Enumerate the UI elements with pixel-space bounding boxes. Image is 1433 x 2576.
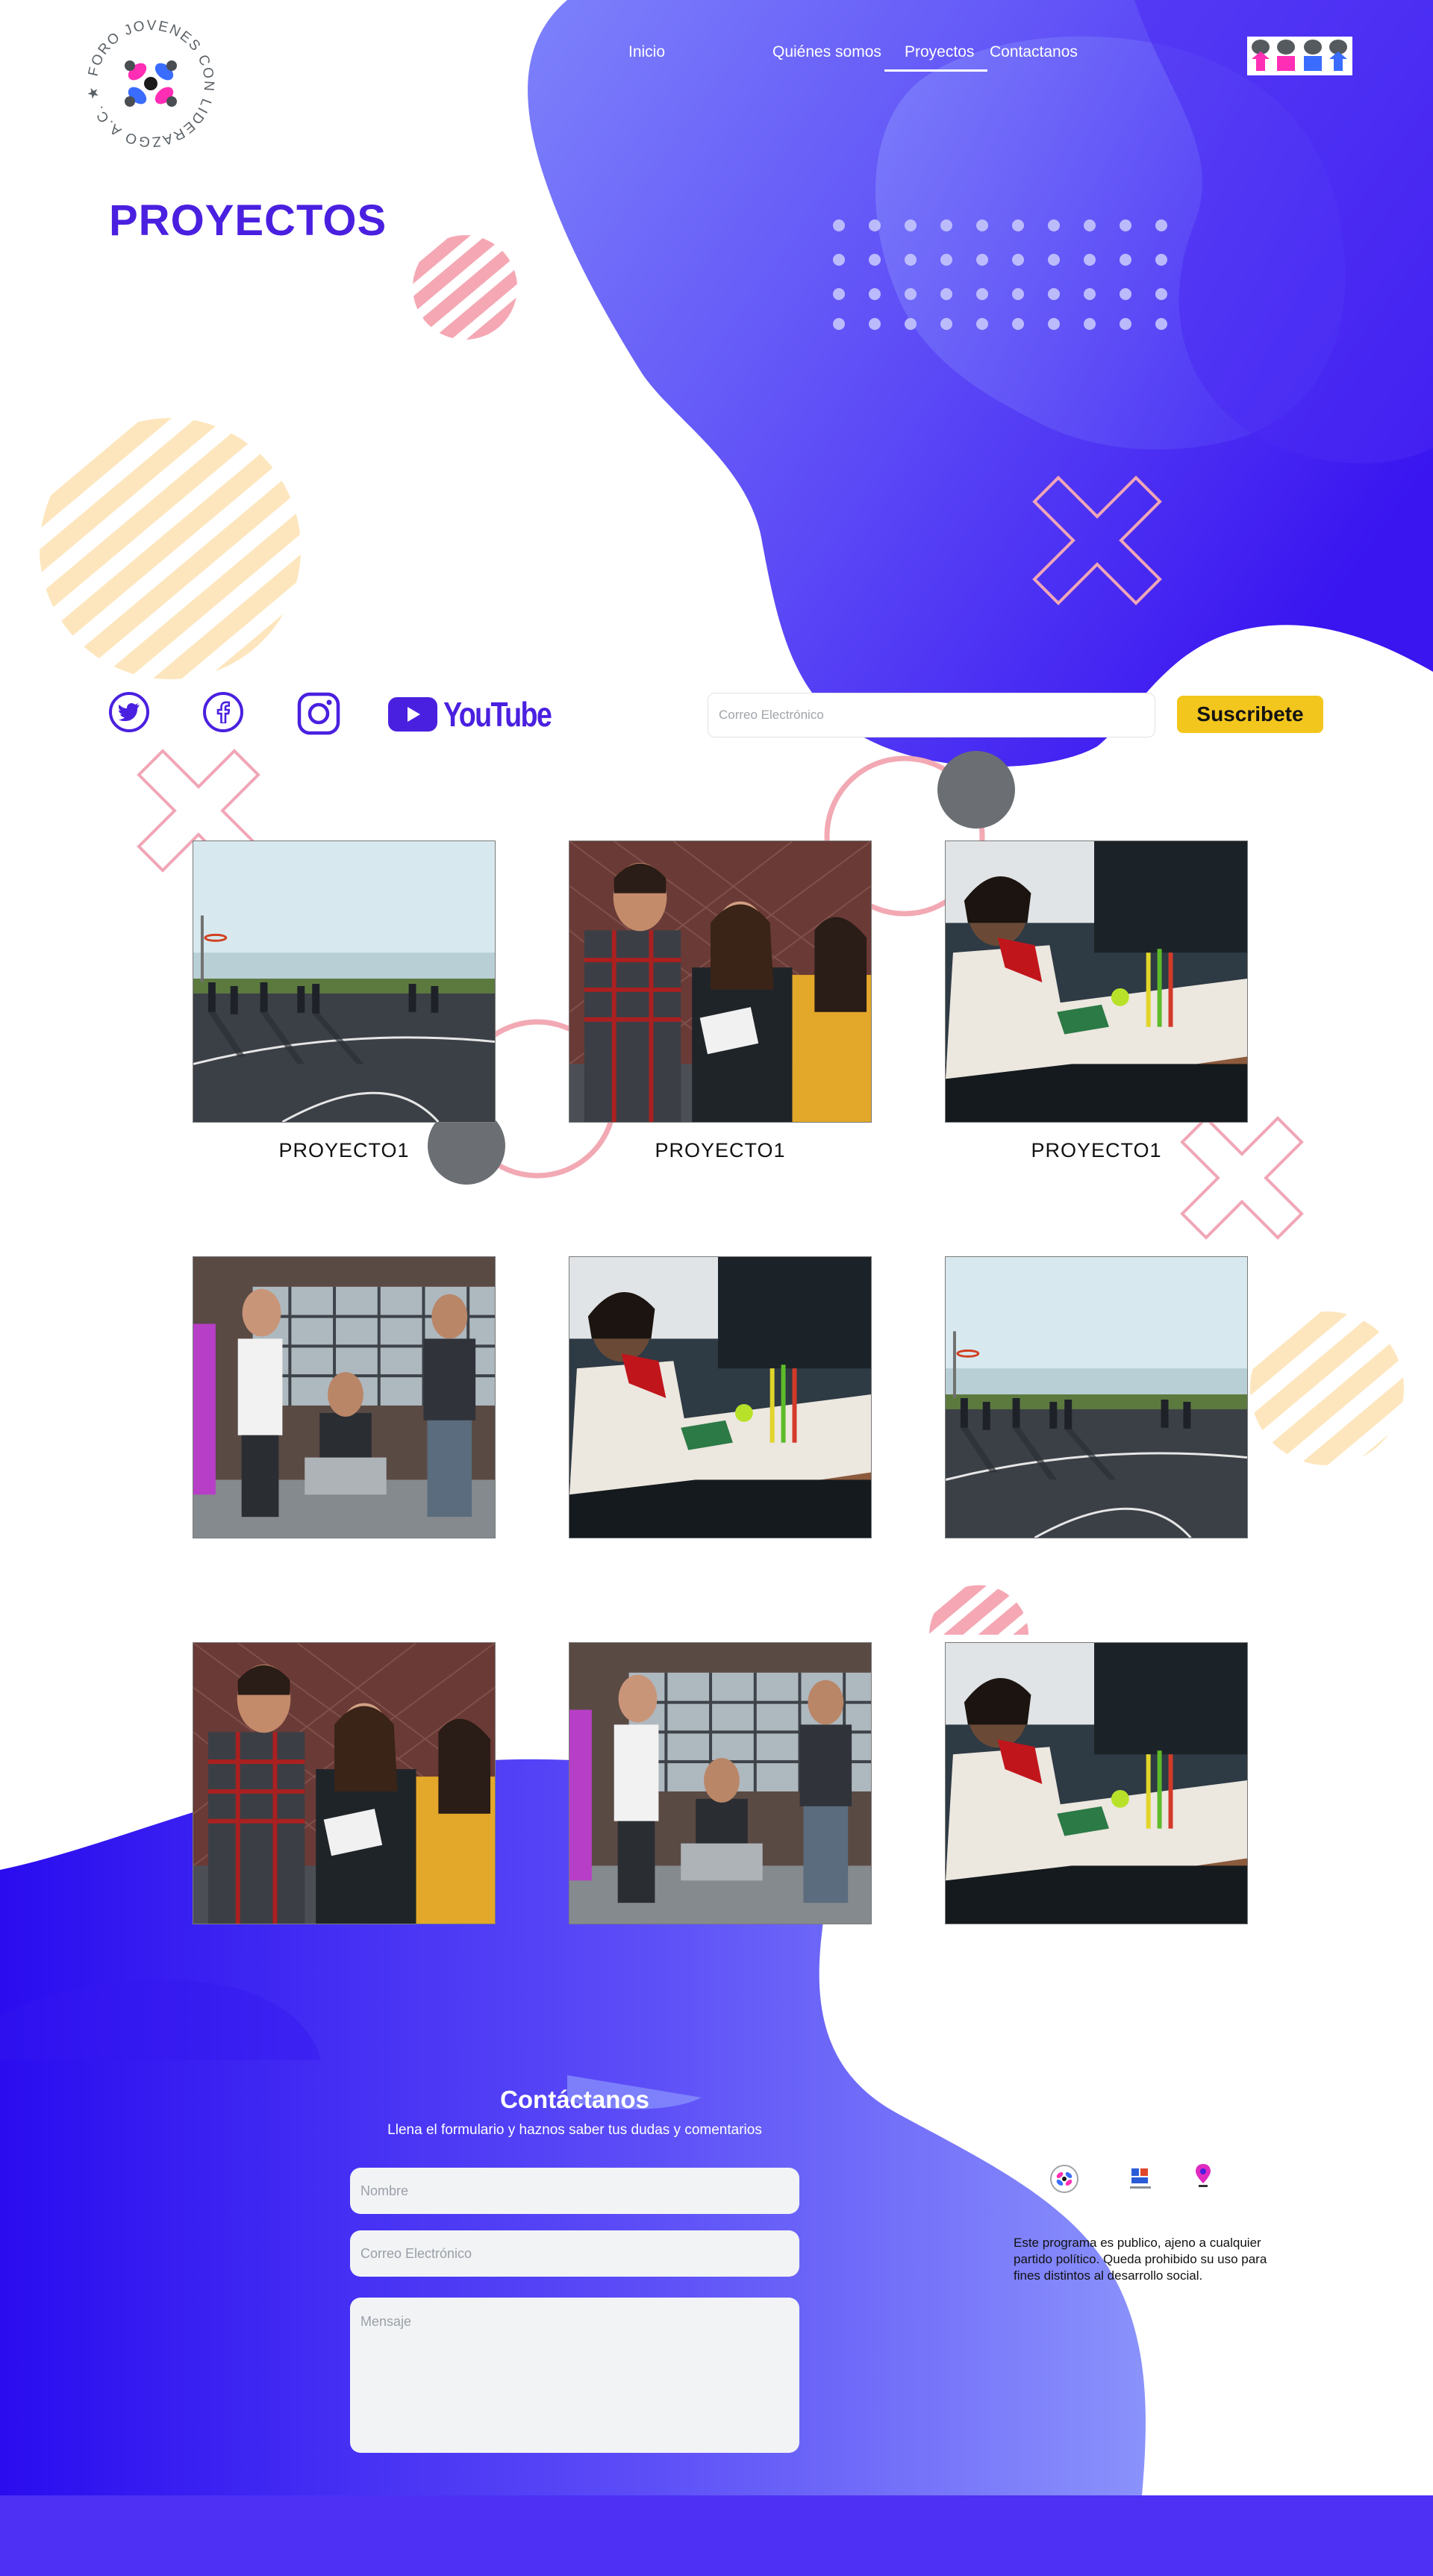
friends-talking-image [193, 1643, 495, 1924]
email-field[interactable] [350, 2230, 799, 2277]
project-caption: PROYECTO1 [278, 1139, 410, 1161]
young-men-image [569, 1643, 871, 1924]
young-men-image [193, 1257, 495, 1538]
nav-item-quienes-somos[interactable]: Quiénes somos [772, 43, 881, 61]
main-nav: Inicio Quiénes somos Proyectos Contactan… [0, 0, 1433, 82]
youtube-play-icon [388, 697, 437, 732]
instagram-icon[interactable] [297, 692, 340, 735]
project-photo-students-at-table[interactable] [945, 841, 1248, 1123]
contact-subtitle: Llena el formulario y haznos saber tus d… [387, 2122, 762, 2138]
project-photo-four-young-men[interactable] [193, 1256, 496, 1538]
subscribe-button[interactable]: Suscribete [1177, 696, 1323, 733]
twitter-icon[interactable] [109, 692, 149, 732]
people-logo-icon [1252, 40, 1347, 71]
project-photo-three-friends-talking[interactable] [569, 841, 872, 1123]
page-title: PROYECTOS [109, 196, 387, 245]
basketball-court-image [193, 841, 495, 1122]
name-field[interactable] [350, 2168, 799, 2214]
nav-active-indicator [884, 69, 987, 72]
project-photo-students-at-table[interactable] [569, 1256, 872, 1538]
nav-item-contactanos[interactable]: Contactanos [990, 43, 1078, 61]
project-photo-basketball-court[interactable] [945, 1256, 1248, 1538]
project-photo-four-young-men[interactable] [569, 1642, 872, 1924]
foro-jovenes-mini-logo [1049, 2164, 1079, 2194]
project-caption: PROYECTO1 [1031, 1139, 1162, 1161]
youtube-link[interactable]: YouTube [388, 694, 575, 735]
facebook-icon[interactable] [203, 692, 243, 732]
students-table-image [946, 841, 1247, 1122]
project-photo-three-friends-talking[interactable] [193, 1642, 496, 1924]
contact-title: Contáctanos [500, 2086, 649, 2113]
friends-talking-image [569, 841, 871, 1122]
message-field[interactable] [350, 2298, 799, 2453]
location-mini-logo [1188, 2161, 1218, 2191]
youtube-label: YouTube [443, 695, 552, 734]
basketball-court-image [946, 1257, 1247, 1538]
project-photo-basketball-court[interactable] [193, 841, 496, 1123]
partner-logo [1247, 37, 1352, 75]
subscribe-email-input[interactable] [708, 693, 1155, 737]
institution-mini-logo [1126, 2164, 1155, 2194]
students-table-image [569, 1257, 871, 1538]
project-caption: PROYECTO1 [655, 1139, 786, 1161]
footer-bar [0, 2495, 1433, 2576]
nav-item-proyectos[interactable]: Proyectos [905, 43, 974, 61]
legal-disclaimer: Este programa es publico, ajeno a cualqu… [1014, 2236, 1267, 2283]
nav-item-inicio[interactable]: Inicio [628, 43, 665, 61]
students-table-image [946, 1643, 1247, 1924]
project-photo-students-at-table[interactable] [945, 1642, 1248, 1924]
